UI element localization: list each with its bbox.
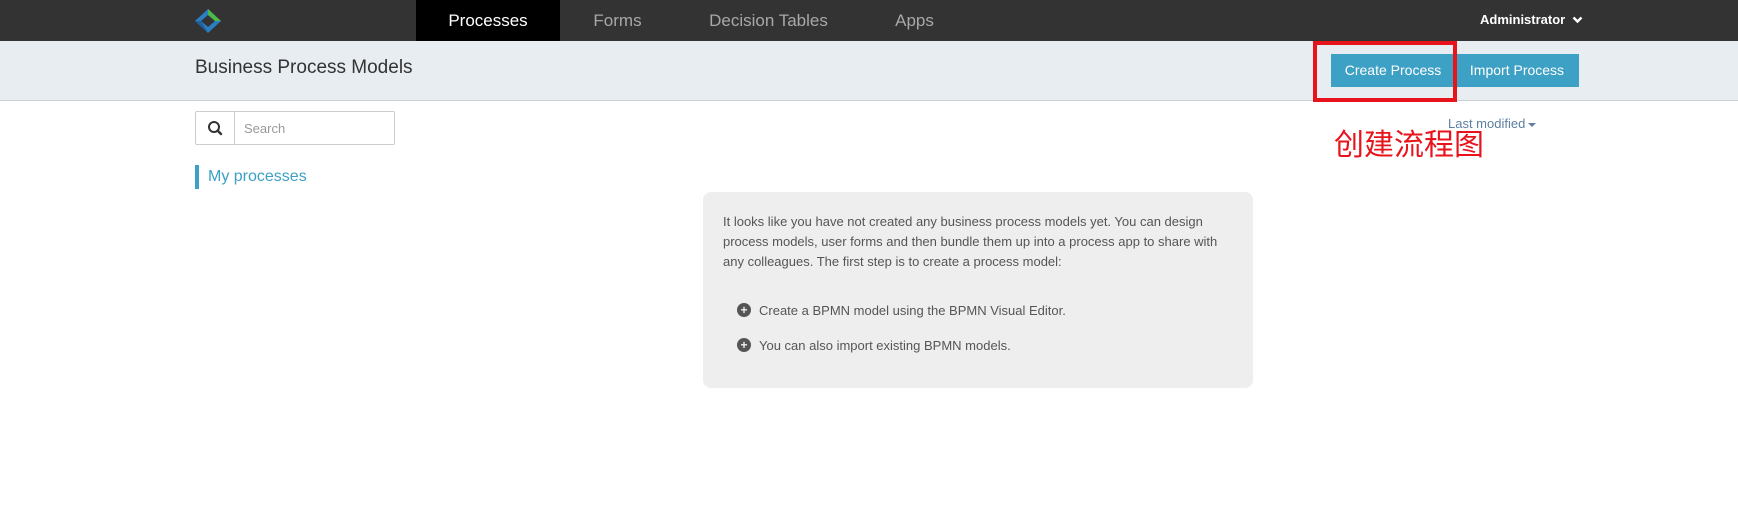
- nav-tab-forms[interactable]: Forms: [560, 0, 675, 41]
- plus-circle-icon: +: [737, 303, 751, 318]
- empty-state-hint-create[interactable]: + Create a BPMN model using the BPMN Visu…: [737, 301, 1066, 321]
- empty-state-intro: It looks like you have not created any b…: [723, 214, 1218, 269]
- page-title: Business Process Models: [195, 57, 413, 78]
- plus-circle-icon: +: [737, 338, 751, 353]
- hint-text: You can also import existing BPMN models…: [759, 338, 1011, 353]
- search-icon-box: [196, 112, 235, 144]
- nav-tab-apps[interactable]: Apps: [862, 0, 967, 41]
- chevron-down-icon: [1572, 16, 1583, 24]
- create-process-button[interactable]: Create Process: [1331, 54, 1455, 87]
- user-menu-label: Administrator: [1480, 12, 1566, 27]
- hint-text: Create a BPMN model using the BPMN Visua…: [759, 303, 1066, 318]
- nav-tab-processes[interactable]: Processes: [416, 0, 560, 47]
- top-nav-bar: Processes Forms Decision Tables Apps Adm…: [0, 0, 1738, 47]
- empty-state-hint-import[interactable]: + You can also import existing BPMN model…: [737, 336, 1011, 356]
- app-logo-icon[interactable]: [194, 8, 222, 34]
- empty-state-card: It looks like you have not created any b…: [703, 192, 1253, 388]
- search-box: [195, 111, 395, 145]
- app-root: Processes Forms Decision Tables Apps Adm…: [0, 0, 1738, 505]
- search-icon: [208, 121, 223, 136]
- search-input[interactable]: [236, 112, 394, 144]
- annotation-text: 创建流程图: [1334, 128, 1484, 163]
- caret-down-icon: [1528, 122, 1537, 127]
- page-header: Business Process Models Create Process I…: [0, 41, 1738, 101]
- user-menu[interactable]: Administrator: [1480, 0, 1583, 41]
- nav-tab-decision-tables[interactable]: Decision Tables: [675, 0, 862, 41]
- filter-my-processes[interactable]: My processes: [195, 165, 307, 189]
- import-process-button[interactable]: Import Process: [1455, 54, 1579, 87]
